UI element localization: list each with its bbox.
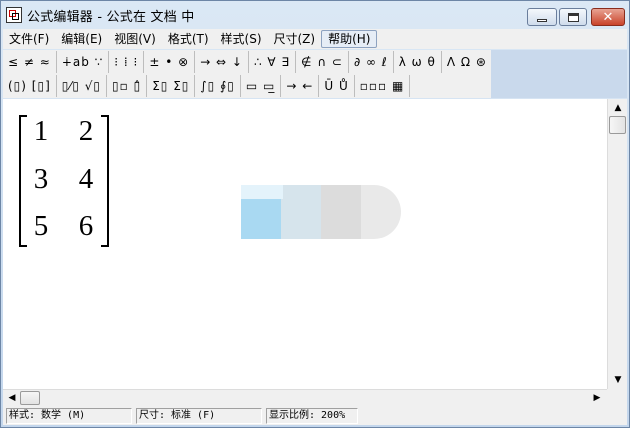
menu-bar: 文件(F) 编辑(E) 视图(V) 格式(T) 样式(S) 尺寸(Z) 帮助(H… xyxy=(3,29,627,49)
scroll-right-arrow-icon[interactable]: ▶ xyxy=(589,390,605,406)
menu-format[interactable]: 格式(T) xyxy=(162,30,215,48)
blur-segment xyxy=(321,185,361,239)
labeled-arrow-templates-button[interactable]: → ← xyxy=(281,75,320,97)
arrow-symbols-button[interactable]: → ⇔ ↓ xyxy=(195,51,249,73)
matrix-cell[interactable]: 5 xyxy=(29,212,53,241)
vertical-scrollbar[interactable]: ▲ ▼ xyxy=(607,99,627,389)
matrix-cell[interactable]: 6 xyxy=(74,212,98,241)
matrix-cell[interactable]: 2 xyxy=(74,117,98,146)
toolbar-empty-area xyxy=(491,50,627,98)
spaces-ellipses-button[interactable]: ∔ab ∵ xyxy=(57,51,110,73)
right-bracket xyxy=(101,115,109,247)
subscript-superscript-templates-button[interactable]: ▯▫ ▯̂ xyxy=(107,75,148,97)
horizontal-scrollbar[interactable]: ◀ ▶ xyxy=(3,389,607,406)
template-palette-toolbar: (▯) [▯] ▯⁄▯ √▯ ▯▫ ▯̂ Σ▯ Σ▯ ∫▯ ∮▯ ▭ ▭̲ → … xyxy=(3,74,491,98)
menu-view[interactable]: 视图(V) xyxy=(108,30,162,48)
menu-style[interactable]: 样式(S) xyxy=(215,30,268,48)
embellishments-button[interactable]: ⁝ ⁞ ⁝ xyxy=(109,51,145,73)
status-zoom: 显示比例: 200% xyxy=(266,407,358,424)
matrix-cell[interactable]: 3 xyxy=(29,165,53,194)
matrix-cell[interactable]: 1 xyxy=(29,117,53,146)
blur-segment xyxy=(241,185,283,199)
horizontal-scroll-thumb[interactable] xyxy=(20,391,40,405)
underbar-overbar-templates-button[interactable]: ▭ ▭̲ xyxy=(241,75,282,97)
matrix-templates-button[interactable]: ▫▫▫ ▦ xyxy=(355,75,411,97)
menu-help[interactable]: 帮助(H) xyxy=(321,30,378,48)
equation-editor-window: 公式编辑器 - 公式在 文档 中 ✕ 文件(F) 编辑(E) 视图(V) 格式(… xyxy=(0,0,630,428)
blur-segment xyxy=(361,185,401,239)
matrix-3x2[interactable]: 1 2 3 4 5 6 xyxy=(19,115,109,247)
logical-symbols-button[interactable]: ∴ ∀ ∃ xyxy=(249,51,297,73)
misc-symbols-button[interactable]: ∂ ∞ ℓ xyxy=(349,51,394,73)
left-bracket xyxy=(19,115,27,247)
relational-symbols-button[interactable]: ≤ ≠ ≈ xyxy=(3,51,57,73)
window-title: 公式编辑器 - 公式在 文档 中 xyxy=(27,9,195,25)
scroll-down-arrow-icon[interactable]: ▼ xyxy=(609,372,627,388)
summation-templates-button[interactable]: Σ▯ Σ▯ xyxy=(147,75,196,97)
menu-file[interactable]: 文件(F) xyxy=(3,30,55,48)
close-icon: ✕ xyxy=(602,9,614,25)
greek-uppercase-button[interactable]: Λ Ω ⊛ xyxy=(442,51,493,73)
minimize-button[interactable] xyxy=(527,8,557,26)
status-bar: 样式: 数学 (M) 尺寸: 标准 (F) 显示比例: 200% xyxy=(3,406,627,425)
integral-templates-button[interactable]: ∫▯ ∮▯ xyxy=(195,75,241,97)
blur-segment xyxy=(241,197,281,239)
symbol-palette-toolbar: ≤ ≠ ≈ ∔ab ∵ ⁝ ⁞ ⁝ ± • ⊗ → ⇔ ↓ ∴ ∀ ∃ ∉ ∩ … xyxy=(3,50,493,74)
scroll-up-arrow-icon[interactable]: ▲ xyxy=(609,100,627,116)
fence-templates-button[interactable]: (▯) [▯] xyxy=(3,75,57,97)
equation-edit-area[interactable]: 1 2 3 4 5 6 xyxy=(3,99,607,389)
minimize-icon xyxy=(537,18,547,22)
products-set-theory-templates-button[interactable]: Ū Ů xyxy=(319,75,355,97)
maximize-button[interactable] xyxy=(559,8,587,26)
maximize-icon xyxy=(567,12,579,22)
matrix-cell[interactable]: 4 xyxy=(74,165,98,194)
scroll-left-arrow-icon[interactable]: ◀ xyxy=(4,390,20,406)
set-theory-symbols-button[interactable]: ∉ ∩ ⊂ xyxy=(296,51,349,73)
status-size: 尺寸: 标准 (F) xyxy=(136,407,262,424)
vertical-scroll-thumb[interactable] xyxy=(609,116,626,134)
status-style: 样式: 数学 (M) xyxy=(6,407,132,424)
equation-editor-app-icon xyxy=(6,7,22,23)
close-button[interactable]: ✕ xyxy=(591,8,625,26)
title-bar[interactable]: 公式编辑器 - 公式在 文档 中 ✕ xyxy=(1,1,629,29)
greek-lowercase-button[interactable]: λ ω θ xyxy=(394,51,442,73)
fraction-radical-templates-button[interactable]: ▯⁄▯ √▯ xyxy=(57,75,108,97)
blur-segment xyxy=(281,185,321,239)
menu-edit[interactable]: 编辑(E) xyxy=(55,30,108,48)
scrollbar-corner xyxy=(607,389,627,406)
menu-size[interactable]: 尺寸(Z) xyxy=(268,30,322,48)
operator-symbols-button[interactable]: ± • ⊗ xyxy=(144,51,196,73)
